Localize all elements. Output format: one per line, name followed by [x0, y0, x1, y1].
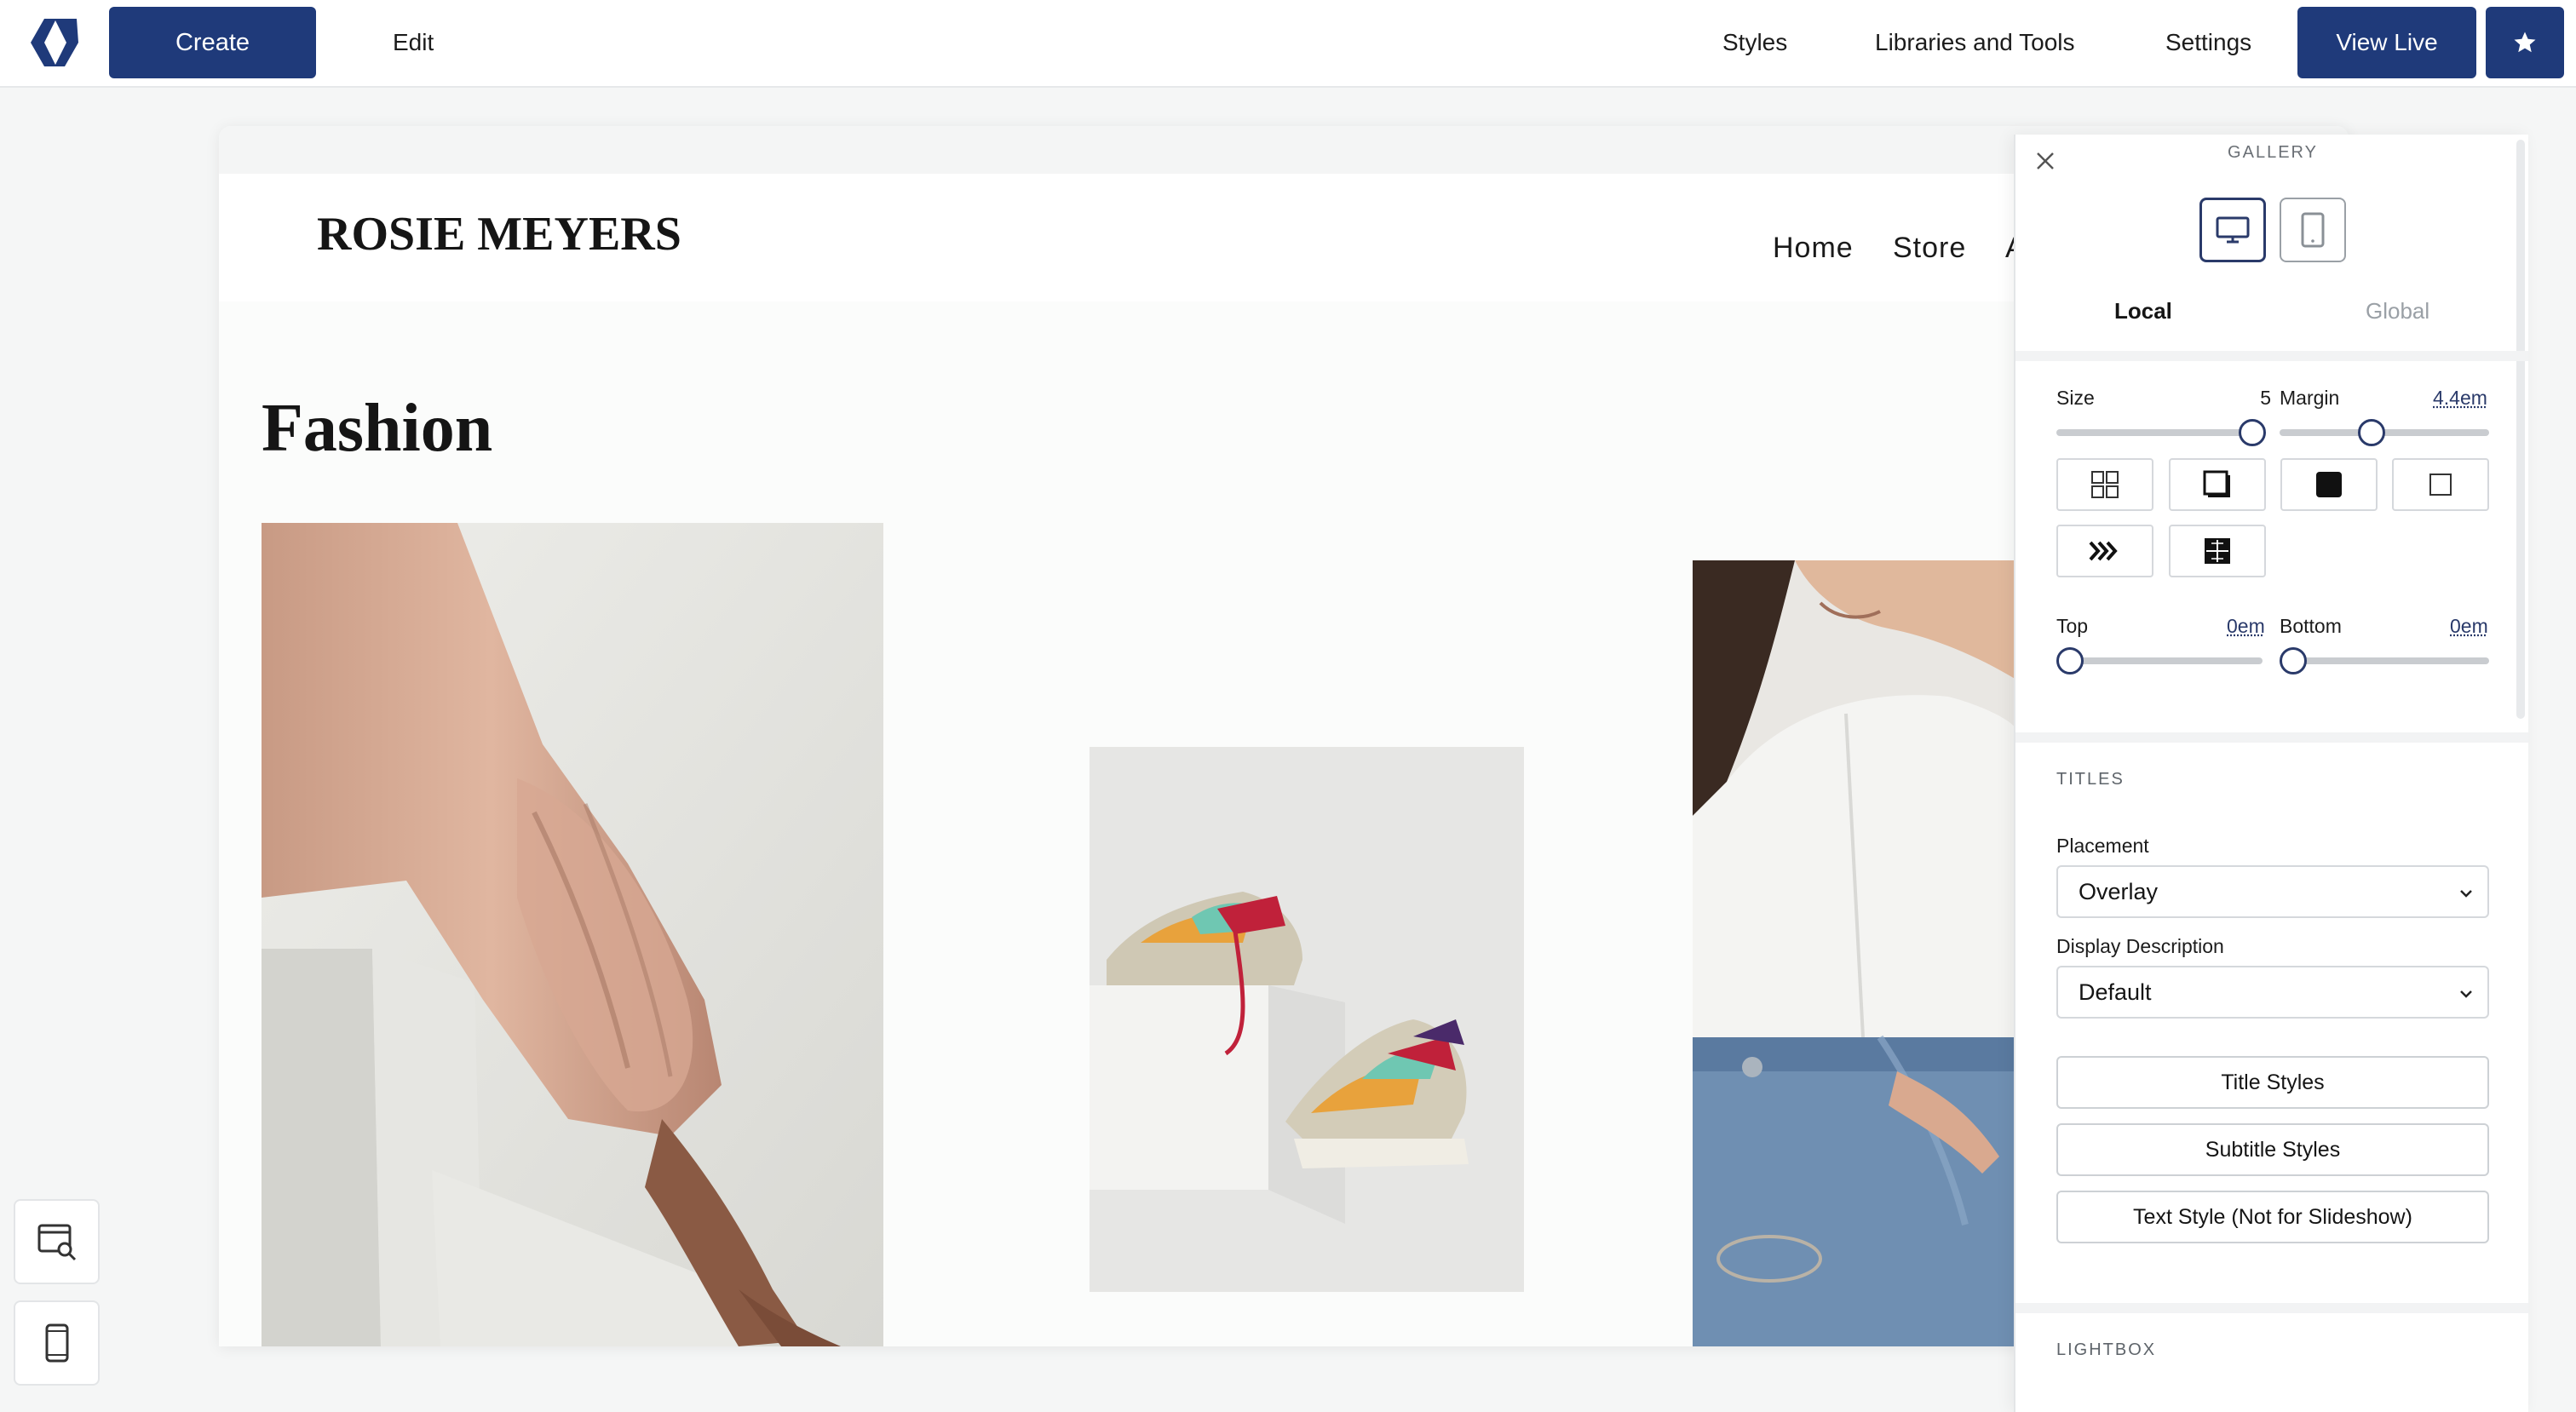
titles-section-heading: TITLES [2056, 770, 2125, 789]
layout-mosaic-button[interactable] [2169, 525, 2266, 577]
browser-search-icon [37, 1224, 76, 1261]
favorite-button[interactable] [2486, 7, 2564, 78]
section-divider [2015, 732, 2528, 743]
display-description-select[interactable]: Default [2056, 966, 2489, 1019]
section-divider [2015, 351, 2528, 361]
display-description-label: Display Description [2056, 935, 2224, 957]
bottom-label: Bottom [2280, 615, 2342, 637]
size-value: 5 [2260, 387, 2271, 409]
bottom-slider-thumb[interactable] [2280, 647, 2307, 674]
display-description-value: Default [2079, 979, 2152, 1005]
desktop-view-button[interactable] [2199, 198, 2266, 262]
layout-slideshow-button[interactable] [2056, 525, 2153, 577]
libraries-and-tools-button[interactable]: Libraries and Tools [1875, 7, 2075, 78]
create-button[interactable]: Create [109, 7, 316, 78]
placement-value: Overlay [2079, 878, 2159, 904]
grid-layout-icon [2091, 471, 2119, 498]
gallery-photo-sneakers[interactable] [1090, 747, 1524, 1292]
section-divider [2015, 1303, 2528, 1313]
edit-button[interactable]: Edit [393, 7, 434, 78]
panel-title: GALLERY [2228, 143, 2318, 162]
margin-value[interactable]: 4.4em [2433, 387, 2487, 410]
top-toolbar: Create Edit Styles Libraries and Tools S… [0, 0, 2576, 88]
panel-scrollbar[interactable] [2516, 140, 2525, 719]
mobile-preview-button[interactable] [14, 1300, 100, 1386]
bottom-value[interactable]: 0em [2450, 615, 2488, 638]
size-label: Size [2056, 387, 2095, 409]
site-brand[interactable]: ROSIE MEYERS [317, 207, 681, 261]
size-slider-track[interactable] [2056, 429, 2263, 436]
gallery-photo-portrait[interactable] [1693, 560, 2016, 1346]
margin-label: Margin [2280, 387, 2340, 409]
layout-shadow-button[interactable] [2169, 458, 2266, 511]
top-slider-track[interactable] [2056, 657, 2263, 664]
layout-empty-button[interactable] [2392, 458, 2489, 511]
filled-square-layout-icon [2316, 472, 2342, 497]
lightbox-section-heading: LIGHTBOX [2056, 1340, 2157, 1359]
shadow-box-layout-icon [2203, 470, 2230, 497]
empty-square-layout-icon [2429, 474, 2452, 496]
top-value[interactable]: 0em [2227, 615, 2265, 638]
tab-global[interactable]: Global [2366, 298, 2429, 324]
star-icon [2514, 32, 2536, 53]
chevron-down-icon [2460, 890, 2472, 898]
styles-button[interactable]: Styles [1722, 7, 1787, 78]
top-label: Top [2056, 615, 2089, 637]
logo-icon[interactable] [26, 15, 83, 70]
title-styles-button[interactable]: Title Styles [2056, 1056, 2489, 1109]
gallery-title[interactable]: Fashion [262, 390, 492, 468]
site-nav-home[interactable]: Home [1773, 232, 1854, 265]
gallery-photo-blouse[interactable] [262, 523, 883, 1346]
tablet-icon [2301, 212, 2325, 248]
placement-label: Placement [2056, 835, 2149, 857]
text-style-button[interactable]: Text Style (Not for Slideshow) [2056, 1191, 2489, 1243]
chevron-down-icon [2460, 990, 2472, 998]
slideshow-arrows-icon [2089, 541, 2118, 561]
size-slider-thumb[interactable] [2239, 419, 2266, 446]
layout-grid-button[interactable] [2056, 458, 2153, 511]
tab-local[interactable]: Local [2114, 298, 2172, 324]
bottom-slider-track[interactable] [2280, 657, 2489, 664]
top-slider-thumb[interactable] [2056, 647, 2084, 674]
settings-button[interactable]: Settings [2165, 7, 2251, 78]
view-live-button[interactable]: View Live [2297, 7, 2476, 78]
subtitle-styles-button[interactable]: Subtitle Styles [2056, 1123, 2489, 1176]
preview-search-button[interactable] [14, 1199, 100, 1284]
site-nav-store[interactable]: Store [1893, 232, 1966, 265]
mosaic-layout-icon [2205, 538, 2230, 564]
gallery-settings-panel: GALLERY Local Global Size 5 Margin 4.4em [2014, 135, 2528, 1412]
tablet-view-button[interactable] [2280, 198, 2346, 262]
mobile-device-icon [45, 1323, 68, 1363]
margin-slider-thumb[interactable] [2358, 419, 2385, 446]
desktop-icon [2216, 216, 2250, 244]
placement-select[interactable]: Overlay [2056, 865, 2489, 918]
layout-filled-button[interactable] [2280, 458, 2378, 511]
